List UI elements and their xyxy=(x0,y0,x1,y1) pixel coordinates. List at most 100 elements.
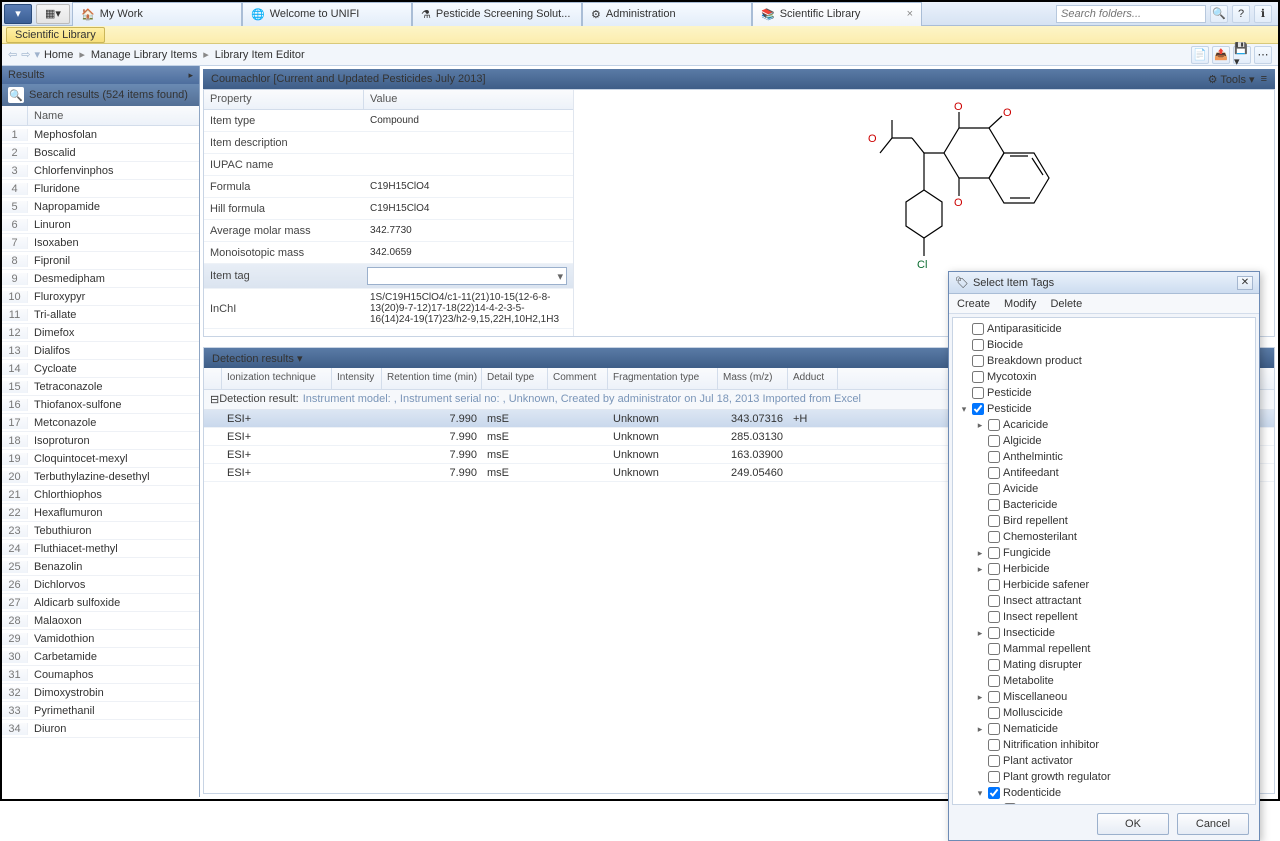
search-icon[interactable]: 🔍 xyxy=(1210,5,1228,23)
detection-col[interactable]: Detail type xyxy=(482,368,548,389)
tree-checkbox[interactable] xyxy=(988,627,1000,639)
col-value[interactable]: Value xyxy=(364,90,403,109)
detection-col[interactable]: Mass (m/z) xyxy=(718,368,788,389)
result-row[interactable]: 17Metconazole xyxy=(2,414,199,432)
create-link[interactable]: Create xyxy=(957,298,990,310)
tree-checkbox[interactable] xyxy=(972,339,984,351)
tree-node[interactable]: ▸Herbicide xyxy=(953,561,1255,577)
result-row[interactable]: 16Thiofanox-sulfone xyxy=(2,396,199,414)
toolbar-icon-3[interactable]: ⋯ xyxy=(1254,46,1272,64)
tree-node[interactable]: Plant activator xyxy=(953,753,1255,769)
tree-checkbox[interactable] xyxy=(1004,803,1016,805)
close-icon[interactable]: × xyxy=(907,8,913,20)
detection-col[interactable]: Retention time (min) xyxy=(382,368,482,389)
crumb-editor[interactable]: Library Item Editor xyxy=(215,49,305,61)
result-row[interactable]: 12Dimefox xyxy=(2,324,199,342)
tree-node[interactable]: ▾Pesticide xyxy=(953,401,1255,417)
tree-checkbox[interactable] xyxy=(988,707,1000,719)
tree-checkbox[interactable] xyxy=(972,323,984,335)
tree-checkbox[interactable] xyxy=(988,499,1000,511)
result-row[interactable]: 4Fluridone xyxy=(2,180,199,198)
tab-my-work[interactable]: 🏠My Work xyxy=(72,2,242,26)
tree-node[interactable]: ▸Miscellaneou xyxy=(953,689,1255,705)
tree-checkbox[interactable] xyxy=(988,419,1000,431)
tree-checkbox[interactable] xyxy=(988,451,1000,463)
tree-checkbox[interactable] xyxy=(972,403,984,415)
result-row[interactable]: 6Linuron xyxy=(2,216,199,234)
result-row[interactable]: 32Dimoxystrobin xyxy=(2,684,199,702)
result-row[interactable]: 21Chlorthiophos xyxy=(2,486,199,504)
tree-node[interactable]: ▸Fungicide xyxy=(953,545,1255,561)
search-folders-input[interactable] xyxy=(1056,5,1206,23)
tree-node[interactable]: Plant growth regulator xyxy=(953,769,1255,785)
result-row[interactable]: 31Coumaphos xyxy=(2,666,199,684)
detection-col[interactable]: Intensity xyxy=(332,368,382,389)
cancel-button[interactable]: Cancel xyxy=(1177,813,1249,835)
tree-node[interactable]: Bird repellent xyxy=(953,513,1255,529)
tree-checkbox[interactable] xyxy=(988,595,1000,607)
result-row[interactable]: 3Chlorfenvinphos xyxy=(2,162,199,180)
delete-link[interactable]: Delete xyxy=(1050,298,1082,310)
result-row[interactable]: 26Dichlorvos xyxy=(2,576,199,594)
app-menu-button[interactable]: ▾ xyxy=(4,4,32,24)
tree-twisty-icon[interactable]: ▸ xyxy=(975,548,985,559)
tree-node[interactable]: Antiparasiticide xyxy=(953,321,1255,337)
tree-twisty-icon[interactable]: ▾ xyxy=(959,404,969,415)
tree-checkbox[interactable] xyxy=(988,771,1000,783)
result-row[interactable]: 1Mephosfolan xyxy=(2,126,199,144)
nav-forward-icon[interactable]: ⇨ xyxy=(21,48,30,61)
col-property[interactable]: Property xyxy=(204,90,364,109)
tree-node[interactable]: ▸Insecticide xyxy=(953,625,1255,641)
tree-checkbox[interactable] xyxy=(988,723,1000,735)
view-grid-button[interactable]: ▦▾ xyxy=(36,4,70,24)
result-row[interactable]: 20Terbuthylazine-desethyl xyxy=(2,468,199,486)
result-row[interactable]: 19Cloquintocet-mexyl xyxy=(2,450,199,468)
tools-menu[interactable]: ⚙ Tools ▾ xyxy=(1208,73,1255,86)
tree-twisty-icon[interactable]: ▸ xyxy=(975,628,985,639)
tree-node[interactable]: ▸Nematicide xyxy=(953,721,1255,737)
tree-checkbox[interactable] xyxy=(972,387,984,399)
tree-checkbox[interactable] xyxy=(988,483,1000,495)
tree-checkbox[interactable] xyxy=(988,739,1000,751)
tree-node[interactable]: Metabolite xyxy=(953,673,1255,689)
results-list[interactable]: Name 1Mephosfolan2Boscalid3Chlorfenvinph… xyxy=(2,106,199,797)
tree-node[interactable]: Avicide xyxy=(953,481,1255,497)
result-row[interactable]: 5Napropamide xyxy=(2,198,199,216)
crumb-home[interactable]: Home xyxy=(44,49,73,61)
result-row[interactable]: 10Fluroxypyr xyxy=(2,288,199,306)
result-row[interactable]: 27Aldicarb sulfoxide xyxy=(2,594,199,612)
tree-node[interactable]: Antifeedant xyxy=(953,465,1255,481)
result-row[interactable]: 11Tri-allate xyxy=(2,306,199,324)
result-row[interactable]: 29Vamidothion xyxy=(2,630,199,648)
detection-col[interactable]: Adduct xyxy=(788,368,838,389)
detection-col[interactable]: Ionization technique xyxy=(222,368,332,389)
tree-checkbox[interactable] xyxy=(988,643,1000,655)
tab-scientific-library[interactable]: 📚Scientific Library× xyxy=(752,2,922,26)
tree-checkbox[interactable] xyxy=(988,531,1000,543)
modify-link[interactable]: Modify xyxy=(1004,298,1036,310)
toolbar-icon-2[interactable]: 📤 xyxy=(1212,46,1230,64)
tree-checkbox[interactable] xyxy=(988,515,1000,527)
tree-checkbox[interactable] xyxy=(972,371,984,383)
tree-node[interactable]: Nitrification inhibitor xyxy=(953,737,1255,753)
tree-node[interactable]: Breakdown product xyxy=(953,353,1255,369)
result-row[interactable]: 24Fluthiacet-methyl xyxy=(2,540,199,558)
result-row[interactable]: 2Boscalid xyxy=(2,144,199,162)
tree-node[interactable]: Anthelmintic xyxy=(953,449,1255,465)
tree-checkbox[interactable] xyxy=(988,435,1000,447)
nav-back-icon[interactable]: ⇦ xyxy=(8,48,17,61)
tree-node[interactable]: Chemosterilant xyxy=(953,529,1255,545)
tree-node[interactable]: Mammal repellent xyxy=(953,641,1255,657)
tree-node[interactable]: Algicide xyxy=(953,433,1255,449)
panel-menu-icon[interactable]: ≡ xyxy=(1261,73,1267,85)
tree-checkbox[interactable] xyxy=(988,611,1000,623)
tree-node[interactable]: Molluscicide xyxy=(953,705,1255,721)
ok-button[interactable]: OK xyxy=(1097,813,1169,835)
help-button[interactable]: ? xyxy=(1232,5,1250,23)
tree-node[interactable]: Insect attractant xyxy=(953,593,1255,609)
tab-admin[interactable]: ⚙Administration xyxy=(582,2,752,26)
result-row[interactable]: 7Isoxaben xyxy=(2,234,199,252)
expand-icon[interactable]: ⊟ xyxy=(210,393,219,406)
tree-twisty-icon[interactable]: ▸ xyxy=(975,420,985,431)
tree-node[interactable]: ▾Rodenticide xyxy=(953,785,1255,801)
